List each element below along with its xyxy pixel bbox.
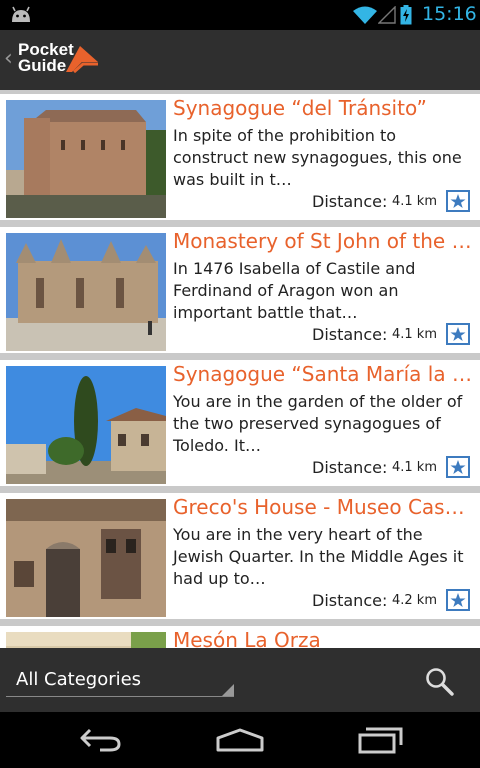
signal-icon bbox=[378, 6, 396, 24]
distance-value: 4.1 km bbox=[392, 327, 437, 342]
distance-label: Distance: bbox=[312, 192, 388, 211]
distance-label: Distance: bbox=[312, 591, 388, 610]
place-title: Synagogue “del Tránsito” bbox=[173, 96, 427, 120]
recent-apps-icon[interactable] bbox=[358, 726, 404, 754]
list-item[interactable]: Greco's House - Museo Cas… You are in th… bbox=[0, 493, 480, 619]
list-item[interactable]: Synagogue “del Tránsito” In spite of the… bbox=[0, 94, 480, 220]
spinner-dropdown-icon bbox=[222, 684, 234, 696]
distance-label: Distance: bbox=[312, 325, 388, 344]
favorite-star-icon[interactable] bbox=[446, 323, 470, 345]
back-icon[interactable] bbox=[78, 726, 122, 754]
spinner-underline bbox=[6, 696, 234, 697]
place-title: Monastery of St John of the … bbox=[173, 229, 472, 253]
distance-value: 4.2 km bbox=[392, 593, 437, 608]
battery-charging-icon bbox=[400, 5, 412, 25]
place-title: Greco's House - Museo Cas… bbox=[173, 495, 465, 519]
up-caret-icon[interactable]: ‹ bbox=[4, 46, 13, 71]
system-nav-bar bbox=[0, 712, 480, 768]
place-list[interactable]: Synagogue “del Tránsito” In spite of the… bbox=[0, 90, 480, 648]
favorite-star-icon[interactable] bbox=[446, 456, 470, 478]
distance-value: 4.1 km bbox=[392, 194, 437, 209]
place-description: You are in the very heart of the Jewish … bbox=[173, 525, 464, 588]
wifi-icon bbox=[353, 6, 377, 24]
status-bar: 15:16 bbox=[0, 0, 480, 30]
place-description: In 1476 Isabella of Castile and Ferdinan… bbox=[173, 259, 416, 322]
place-thumbnail bbox=[6, 100, 166, 218]
status-time: 15:16 bbox=[422, 3, 477, 25]
distance-label: Distance: bbox=[312, 458, 388, 477]
logo-arrow-icon bbox=[66, 46, 98, 74]
search-icon[interactable] bbox=[424, 666, 454, 696]
action-bar: ‹ Pocket Guide bbox=[0, 30, 480, 90]
place-title: Synagogue “Santa María la … bbox=[173, 362, 472, 386]
list-item[interactable]: Synagogue “Santa María la … You are in t… bbox=[0, 360, 480, 486]
place-thumbnail bbox=[6, 632, 166, 648]
favorite-star-icon[interactable] bbox=[446, 589, 470, 611]
home-icon[interactable] bbox=[216, 728, 264, 752]
list-item[interactable]: Mesón La Orza bbox=[0, 626, 480, 648]
android-notification-icon bbox=[12, 6, 30, 22]
favorite-star-icon[interactable] bbox=[446, 190, 470, 212]
place-thumbnail bbox=[6, 233, 166, 351]
place-thumbnail bbox=[6, 499, 166, 617]
category-bar: All Categories bbox=[0, 648, 480, 712]
category-selected-value: All Categories bbox=[16, 669, 142, 690]
distance-value: 4.1 km bbox=[392, 460, 437, 475]
place-thumbnail bbox=[6, 366, 166, 484]
place-title: Mesón La Orza bbox=[173, 628, 321, 648]
list-item[interactable]: Monastery of St John of the … In 1476 Is… bbox=[0, 227, 480, 353]
place-description: You are in the garden of the older of th… bbox=[173, 392, 463, 455]
place-description: In spite of the prohibition to construct… bbox=[173, 126, 462, 189]
